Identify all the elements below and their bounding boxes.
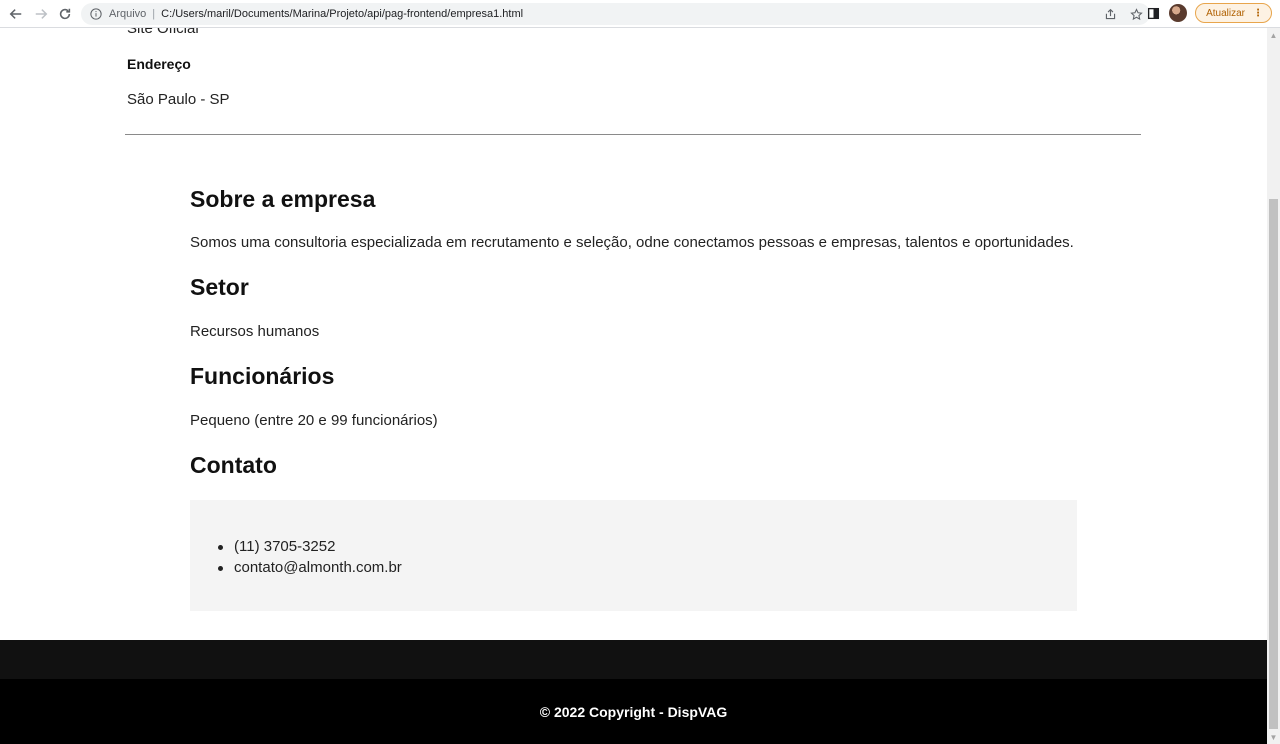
info-icon[interactable]	[89, 7, 103, 21]
update-button[interactable]: Atualizar ⋮	[1195, 3, 1272, 23]
scroll-down-arrow-icon[interactable]: ▼	[1267, 730, 1280, 744]
footer: © 2022 Copyright - DispVAG	[0, 679, 1267, 744]
side-panel-icon[interactable]	[1145, 5, 1161, 21]
address-value: São Paulo - SP	[127, 91, 230, 108]
scheme-separator: |	[152, 8, 156, 20]
profile-avatar[interactable]	[1169, 4, 1188, 22]
url-text[interactable]: C:/Users/maril/Documents/Marina/Projeto/…	[161, 8, 523, 20]
sector-text: Recursos humanos	[190, 323, 320, 340]
scheme-label: Arquivo	[109, 8, 147, 20]
footer-copyright: © 2022 Copyright - DispVAG	[539, 703, 728, 720]
contact-email: contato@almonth.com.br	[218, 559, 402, 580]
employees-heading: Funcionários	[190, 363, 335, 389]
employees-text: Pequeno (entre 20 e 99 funcionários)	[190, 412, 438, 429]
about-text: Somos uma consultoria especializada em r…	[190, 234, 1074, 251]
address-bar[interactable]: Arquivo | C:/Users/maril/Documents/Marin…	[81, 3, 1150, 25]
scroll-up-arrow-icon[interactable]: ▲	[1267, 28, 1280, 42]
about-heading: Sobre a empresa	[190, 186, 376, 212]
back-arrow-icon[interactable]	[4, 2, 28, 26]
contact-list: (11) 3705-3252 contato@almonth.com.br	[218, 538, 402, 580]
toolbar-right: Atualizar ⋮	[1145, 3, 1272, 23]
omnibox-actions	[1102, 6, 1144, 22]
browser-toolbar: Arquivo | C:/Users/maril/Documents/Marin…	[0, 0, 1280, 28]
footer-band	[0, 640, 1267, 679]
divider	[125, 134, 1141, 135]
vertical-scrollbar[interactable]: ▲ ▼	[1267, 28, 1280, 744]
reload-icon[interactable]	[53, 2, 77, 26]
forward-arrow-icon[interactable]	[29, 2, 53, 26]
scrollbar-thumb[interactable]	[1269, 199, 1278, 729]
contact-heading: Contato	[190, 452, 277, 478]
bookmark-star-icon[interactable]	[1128, 6, 1144, 22]
contact-box: (11) 3705-3252 contato@almonth.com.br	[190, 500, 1077, 611]
more-menu-icon: ⋮	[1253, 7, 1263, 19]
share-icon[interactable]	[1102, 6, 1118, 22]
address-label: Endereço	[127, 56, 191, 72]
sector-heading: Setor	[190, 274, 249, 300]
page-content: Site Oficial Endereço São Paulo - SP Sob…	[0, 28, 1267, 744]
contact-phone: (11) 3705-3252	[218, 538, 402, 559]
update-button-label: Atualizar	[1206, 7, 1245, 19]
official-site-label: Site Oficial	[127, 28, 199, 37]
